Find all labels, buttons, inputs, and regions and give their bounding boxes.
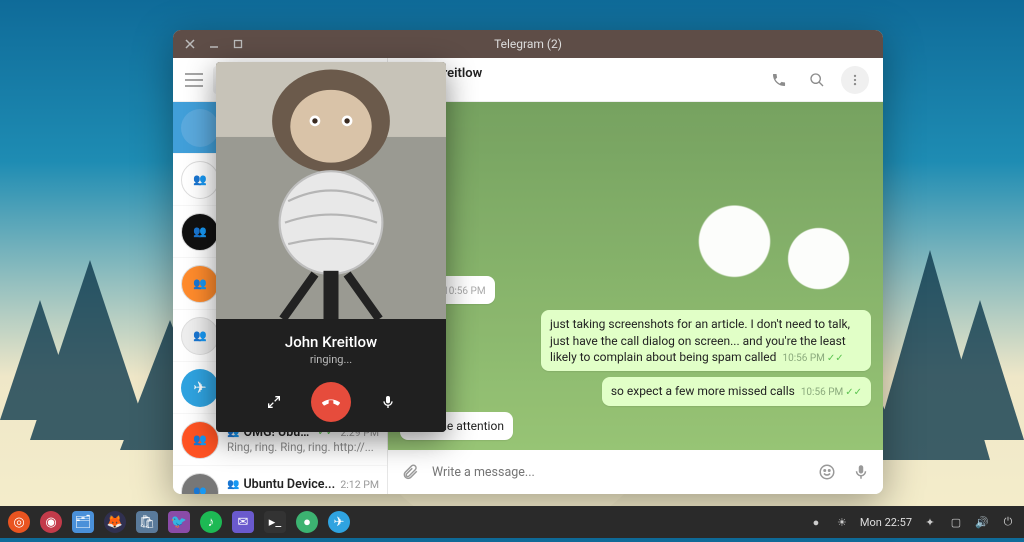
chat-main: John Kreitlow online And t10:56 PMjust t…	[388, 58, 883, 494]
chat-avatar: 👥	[181, 317, 219, 355]
dock-ubuntu-icon[interactable]: ◎	[8, 511, 30, 533]
hangup-button[interactable]	[311, 382, 351, 422]
tray-indicator-icon[interactable]: ●	[808, 514, 824, 530]
message-time: 10:56 PM	[782, 353, 824, 364]
tray-weather-icon[interactable]: ☀	[834, 514, 850, 530]
call-status: ringing...	[216, 353, 446, 366]
message-ticks-icon: ✓✓	[845, 387, 862, 398]
message-composer	[388, 450, 883, 494]
message-input[interactable]	[432, 465, 805, 480]
chat-avatar	[181, 109, 219, 147]
tray-volume-icon[interactable]: 🔊	[974, 514, 990, 530]
chat-preview: John Kourentis left the group	[227, 492, 375, 494]
chat-avatar: ✈	[181, 369, 219, 407]
group-icon: 👥	[227, 479, 239, 490]
more-options-icon[interactable]	[841, 66, 869, 94]
dock-mail-icon[interactable]: ✉	[232, 511, 254, 533]
dock-terminal-icon[interactable]: ▸_	[264, 511, 286, 533]
chat-avatar: 👥	[181, 265, 219, 303]
desktop-taskbar: ◎ ◉ 🗂 🦊 🛍 🐦 ♪ ✉ ▸_ ● ✈ ● ☀ Mon 22:57 ✦ ▢…	[0, 506, 1024, 538]
voice-message-icon[interactable]	[849, 460, 873, 484]
chat-item[interactable]: 👥 👥 Ubuntu Device... 2:12 PMJohn Kourentis …	[173, 466, 387, 494]
call-expand-icon[interactable]	[259, 387, 289, 417]
window-titlebar[interactable]: Telegram (2)	[173, 30, 883, 58]
dock-app2-icon[interactable]: 🐦	[168, 511, 190, 533]
dock-software-icon[interactable]: 🛍	[136, 511, 158, 533]
call-controls	[216, 372, 446, 432]
chat-background: And t10:56 PMjust taking screenshots for…	[388, 102, 883, 450]
call-icon[interactable]	[765, 66, 793, 94]
message-text: so expect a few more missed calls	[611, 384, 795, 398]
tray-power-icon[interactable]: ⏻	[1000, 514, 1016, 530]
search-in-chat-icon[interactable]	[803, 66, 831, 94]
chat-preview: Ring, ring. Ring, ring. http://...	[227, 440, 374, 454]
message-out[interactable]: just taking screenshots for an article. …	[541, 310, 871, 371]
chat-name: Ubuntu Device...	[243, 477, 336, 492]
chat-avatar: 👥	[181, 213, 219, 251]
chat-header-name[interactable]: John Kreitlow	[402, 66, 755, 81]
message-time: 10:56 PM	[443, 286, 485, 297]
call-video-preview	[216, 62, 446, 319]
messages: And t10:56 PMjust taking screenshots for…	[388, 102, 883, 450]
call-contact-name: John Kreitlow	[216, 333, 446, 351]
chat-header-status: online	[402, 81, 755, 94]
dock-firefox-icon[interactable]: 🦊	[104, 511, 126, 533]
attach-icon[interactable]	[398, 460, 422, 484]
call-dialog[interactable]: John Kreitlow ringing...	[216, 62, 446, 432]
message-time: 10:56 PM	[801, 387, 843, 398]
chat-time: 2:12 PM	[340, 478, 379, 491]
emoji-icon[interactable]	[815, 460, 839, 484]
call-info: John Kreitlow ringing...	[216, 319, 446, 372]
tray-settings-icon[interactable]: ✦	[922, 514, 938, 530]
dock-telegram-icon[interactable]: ✈	[328, 511, 350, 533]
tray-display-icon[interactable]: ▢	[948, 514, 964, 530]
dock-files-icon[interactable]: 🗂	[72, 511, 94, 533]
mute-mic-icon[interactable]	[373, 387, 403, 417]
chat-avatar: 👥	[181, 161, 219, 199]
message-out[interactable]: so expect a few more missed calls 10:56 P…	[602, 377, 871, 406]
window-title: Telegram (2)	[173, 37, 883, 51]
chat-header: John Kreitlow online	[388, 58, 883, 102]
dock-app-icon[interactable]: ◉	[40, 511, 62, 533]
chat-avatar: 👥	[181, 473, 219, 495]
taskbar-clock[interactable]: Mon 22:57	[860, 516, 912, 529]
hamburger-menu-icon[interactable]	[181, 67, 207, 93]
dock-spotify-icon[interactable]: ♪	[200, 511, 222, 533]
chat-avatar: 👥	[181, 421, 219, 459]
message-ticks-icon: ✓✓	[827, 353, 844, 364]
dock-app3-icon[interactable]: ●	[296, 511, 318, 533]
